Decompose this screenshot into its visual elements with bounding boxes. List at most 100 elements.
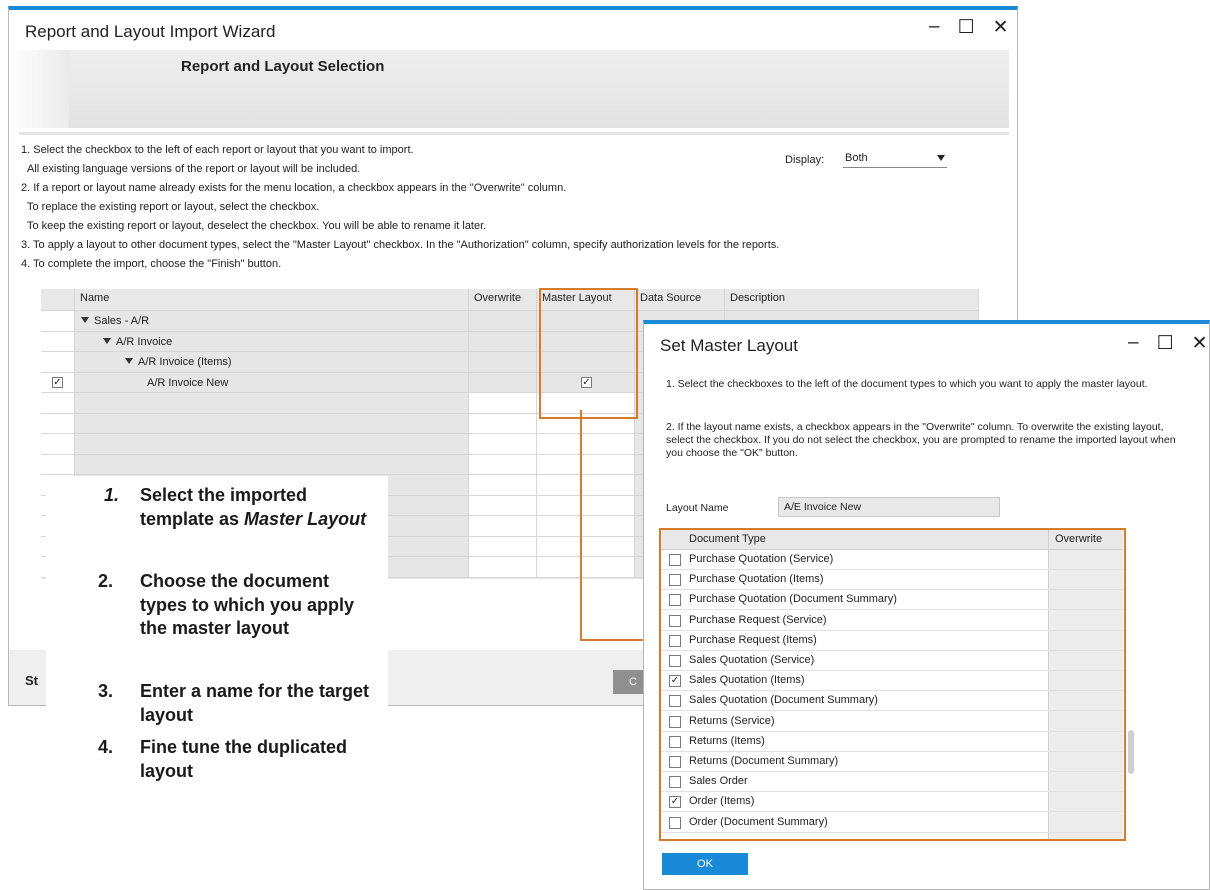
expand-arrow-icon[interactable]	[125, 358, 133, 364]
maximize-icon[interactable]: ☐	[958, 16, 981, 39]
grid-cell	[469, 495, 537, 516]
expand-arrow-icon[interactable]	[81, 317, 89, 323]
document-type-checkbox[interactable]	[669, 695, 681, 708]
maximize-icon[interactable]: ☐	[1157, 332, 1180, 355]
close-icon[interactable]: ✕	[993, 16, 1015, 39]
document-type-checkbox[interactable]	[669, 816, 681, 829]
ok-button[interactable]: OK	[662, 853, 748, 875]
column-header-name: Name	[75, 289, 469, 311]
grid-cell	[41, 434, 75, 455]
document-type-row[interactable]: Returns (Document Summary)	[661, 752, 1123, 772]
expand-arrow-icon[interactable]	[103, 337, 111, 344]
document-type-row[interactable]: Returns (Service)	[661, 712, 1123, 732]
document-type-checkbox[interactable]: ✓	[669, 796, 681, 809]
window-controls: – ☐ ✕	[929, 16, 1015, 39]
grid-cell	[41, 413, 75, 434]
column-header-description: Description	[725, 289, 979, 311]
column-header-data-source: Data Source	[635, 289, 725, 311]
document-type-checkbox[interactable]	[669, 594, 681, 607]
column-header-document-type: Document Type	[689, 533, 766, 545]
document-type-checkbox[interactable]	[669, 655, 681, 667]
display-select[interactable]: Both	[843, 151, 947, 168]
grid-cell	[41, 311, 75, 332]
layout-name-value: A/E Invoice New	[784, 501, 862, 513]
minimize-icon[interactable]: –	[1128, 332, 1145, 355]
scrollbar-thumb[interactable]	[1128, 730, 1134, 774]
document-type-row[interactable]: Returns (Items)	[661, 732, 1123, 752]
grid-cell	[469, 475, 537, 496]
grid-cell	[469, 536, 537, 557]
step-text-main: Enter a name for the target layout	[140, 681, 370, 725]
document-type-checkbox[interactable]	[669, 554, 681, 566]
footer-label: St	[25, 673, 38, 688]
display-label: Display:	[785, 154, 825, 166]
dropdown-arrow-icon	[937, 155, 945, 161]
close-icon[interactable]: ✕	[1192, 332, 1210, 355]
document-type-label: Returns (Document Summary)	[689, 755, 839, 767]
document-type-label: Purchase Request (Items)	[689, 633, 817, 646]
document-type-row[interactable]: Purchase Quotation (Document Summary)	[661, 590, 1123, 611]
grid-cell	[469, 311, 537, 332]
tree-row-label: A/R Invoice (Items)	[125, 356, 232, 368]
document-type-row[interactable]: Order (Document Summary)	[661, 813, 1123, 833]
document-type-row[interactable]: Purchase Quotation (Service)	[661, 550, 1123, 570]
step-number: 2.	[98, 571, 114, 591]
tree-row-label: A/R Invoice	[103, 336, 172, 348]
grid-cell	[41, 454, 75, 475]
step-title: Report and Layout Selection	[181, 58, 385, 75]
instruction-line: 3. To apply a layout to other document t…	[21, 239, 780, 251]
document-type-checkbox[interactable]: ✓	[669, 675, 681, 688]
step-text: Enter a name for the target layout	[140, 680, 372, 727]
tree-row-text: A/R Invoice	[116, 335, 173, 348]
grid-cell	[41, 352, 75, 373]
document-type-table: Document Type Overwrite Purchase Quotati…	[661, 530, 1124, 839]
dialog-instruction-2: 2. If the layout name exists, a checkbox…	[666, 421, 1176, 459]
document-type-label: Sales Order	[689, 775, 748, 788]
document-type-row[interactable]: Purchase Request (Items)	[661, 631, 1123, 651]
document-type-row[interactable]: Sales Quotation (Service)	[661, 651, 1123, 671]
step-number: 3.	[98, 681, 114, 701]
instruction-line: 2. If a report or layout name already ex…	[21, 182, 567, 194]
document-type-checkbox[interactable]	[669, 735, 681, 748]
select-checkbox[interactable]: ✓	[52, 376, 63, 388]
document-type-checkbox[interactable]	[669, 756, 681, 768]
step-text-emphasis: Master Layout	[244, 508, 367, 529]
header-band	[19, 50, 1009, 128]
grid-cell	[75, 454, 469, 475]
layout-name-label: Layout Name	[666, 502, 729, 514]
document-type-checkbox[interactable]	[669, 634, 681, 647]
grid-cell	[469, 516, 537, 537]
set-master-layout-dialog: Set Master Layout – ☐ ✕ 1. Select the ch…	[643, 320, 1210, 890]
dialog-controls: – ☐ ✕	[1128, 332, 1210, 355]
document-type-label: Returns (Items)	[689, 734, 765, 747]
document-type-row[interactable]: Sales Order	[661, 772, 1123, 793]
step-text: Choose the document types to which you a…	[140, 570, 372, 641]
instruction-line: To replace the existing report or layout…	[27, 201, 320, 213]
document-type-row[interactable]: Purchase Request (Service)	[661, 611, 1123, 631]
step-text: Select the imported template as Master L…	[140, 484, 372, 531]
grid-cell	[469, 413, 537, 434]
document-type-checkbox[interactable]	[669, 715, 681, 728]
grid-cell	[75, 434, 469, 455]
document-type-label: Sales Quotation (Service)	[689, 654, 815, 666]
document-type-row[interactable]: ✓ Sales Quotation (Items)	[661, 671, 1123, 692]
document-type-row[interactable]: Purchase Quotation (Items)	[661, 570, 1123, 591]
grid-cell	[469, 352, 537, 373]
document-type-row[interactable]: Sales Quotation (Document Summary)	[661, 691, 1123, 712]
steps-callout: 1. Select the imported template as Master…	[46, 476, 388, 890]
window-title: Report and Layout Import Wizard	[25, 22, 276, 41]
doc-table-header: Document Type Overwrite	[661, 530, 1123, 550]
document-type-checkbox[interactable]	[669, 574, 681, 587]
document-type-row[interactable]: ✓ Order (Items)	[661, 792, 1123, 813]
grid-cell	[75, 393, 469, 414]
document-type-checkbox[interactable]	[669, 614, 681, 627]
document-type-label: Returns (Service)	[689, 714, 775, 727]
minimize-icon[interactable]: –	[929, 16, 946, 39]
grid-cell	[469, 434, 537, 455]
column-header-overwrite: Overwrite	[1055, 533, 1103, 545]
layout-name-field[interactable]: A/E Invoice New	[778, 497, 1000, 517]
document-type-checkbox[interactable]	[669, 776, 681, 789]
document-type-label: Purchase Quotation (Document Summary)	[689, 593, 897, 606]
column-header-overwrite: Overwrite	[469, 289, 537, 311]
tree-row-text: A/R Invoice (Items)	[138, 356, 232, 368]
